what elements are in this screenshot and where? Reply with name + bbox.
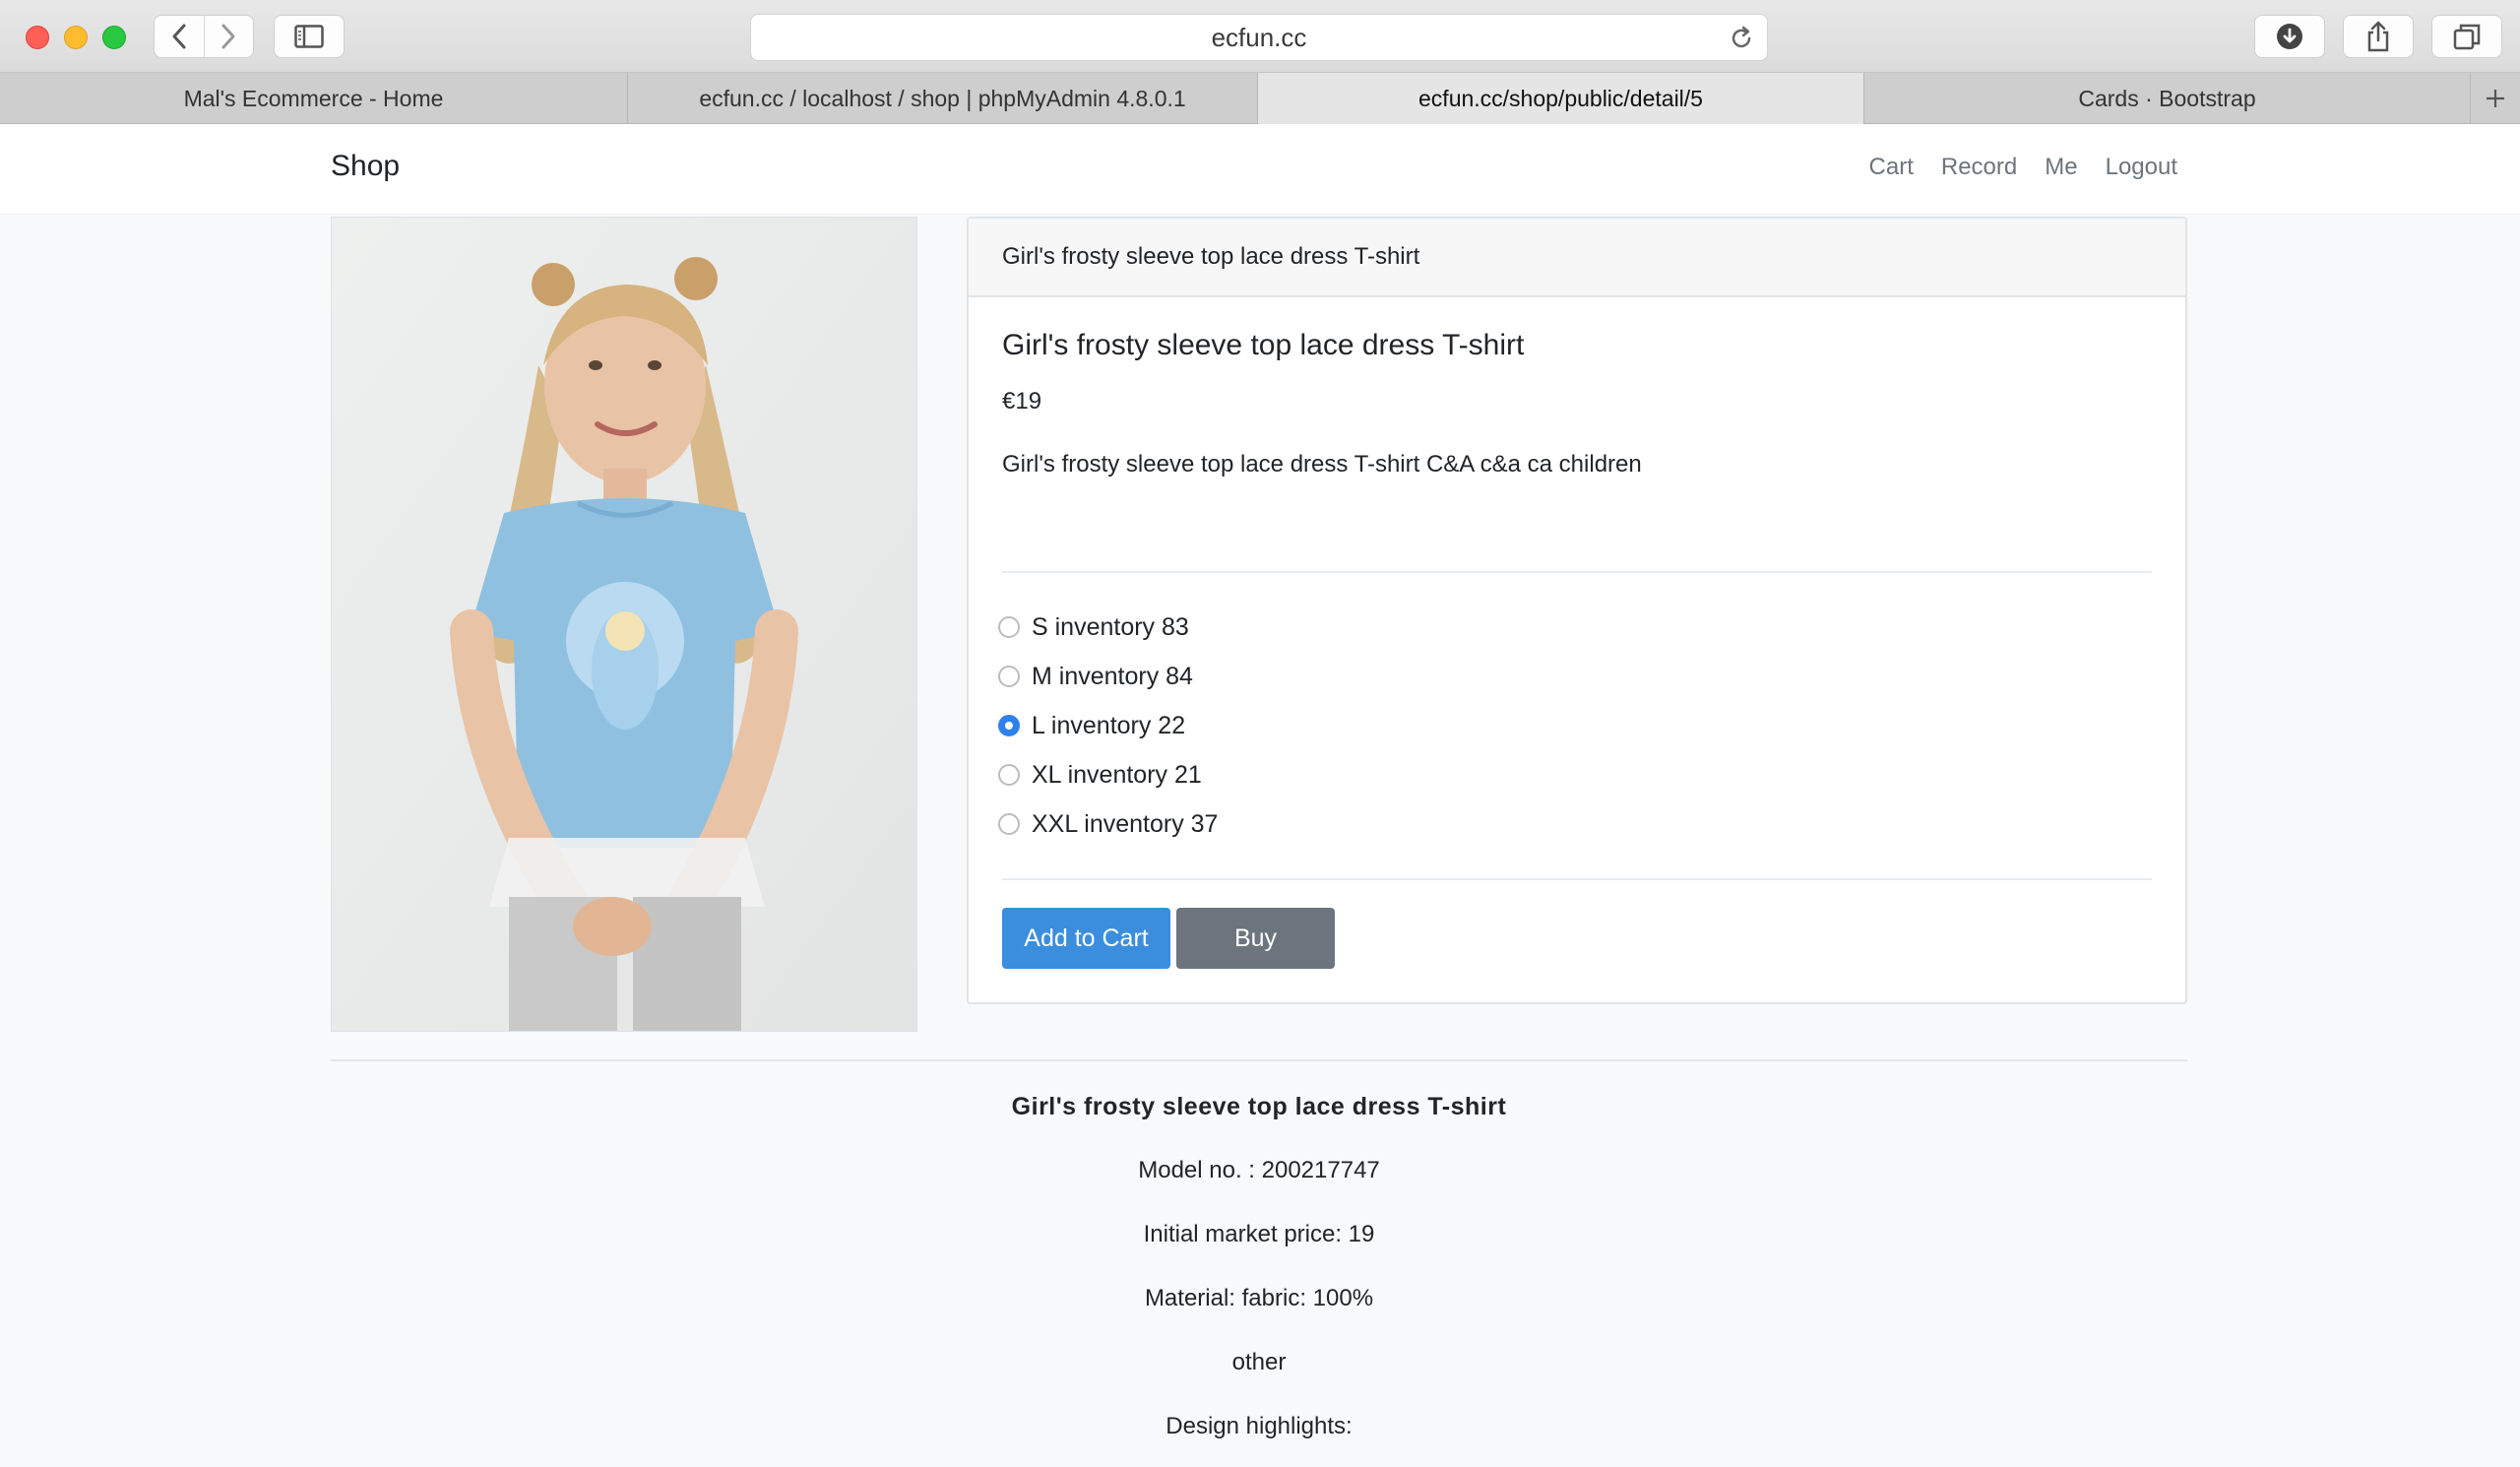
product-details: Girl's frosty sleeve top lace dress T-sh… [331,1087,2187,1467]
back-button[interactable] [155,16,204,57]
nav-link-record[interactable]: Record [1941,154,2017,181]
size-option-l[interactable]: L inventory 22 [998,701,2152,750]
product-description: Girl's frosty sleeve top lace dress T-sh… [1002,451,1642,478]
size-option-label: S inventory 83 [1032,612,1189,641]
zoom-window-button[interactable] [102,26,126,49]
browser-tab-active[interactable]: ecfun.cc/shop/public/detail/5 [1258,73,1864,124]
tab-label: ecfun.cc / localhost / shop | phpMyAdmin… [699,85,1186,111]
radio-button[interactable] [998,764,1020,786]
size-option-xl[interactable]: XL inventory 21 [998,750,2152,799]
section-divider [331,1059,2187,1061]
details-line: other [1231,1349,1287,1375]
size-option-label: XXL inventory 37 [1032,809,1219,838]
size-option-xxl[interactable]: XXL inventory 37 [998,799,2152,849]
browser-tab[interactable]: Mal's Ecommerce - Home [0,73,628,124]
radio-button[interactable] [998,813,1020,835]
tabs-icon [2453,24,2481,50]
details-line: Initial market price: 19 [1143,1221,1375,1247]
divider [1002,571,2152,573]
product-image [331,217,917,1032]
divider [1002,878,2152,880]
radio-button[interactable] [998,666,1020,687]
plus-icon [2487,90,2504,107]
downloads-button[interactable] [2254,15,2325,58]
browser-tab[interactable]: Cards · Bootstrap [1864,73,2471,124]
tab-label: ecfun.cc/shop/public/detail/5 [1418,85,1703,111]
nav-links: Cart Record Me Logout [1869,154,2177,181]
download-icon [2277,24,2302,49]
browser-titlebar: ecfun.cc [0,0,2520,73]
browser-tab[interactable]: ecfun.cc / localhost / shop | phpMyAdmin… [628,73,1258,124]
details-heading: Girl's frosty sleeve top lace dress T-sh… [1011,1093,1507,1120]
site-navbar: Shop Cart Record Me Logout [0,124,2520,215]
size-option-label: L inventory 22 [1032,711,1186,739]
card-body: Girl's frosty sleeve top lace dress T-sh… [969,329,2185,969]
radio-button-checked[interactable] [998,715,1020,736]
radio-button[interactable] [998,616,1020,638]
action-buttons: Add to Cart Buy [1002,908,2152,969]
size-option-label: M inventory 84 [1032,662,1193,690]
chevron-left-icon [172,24,186,49]
close-window-button[interactable] [26,26,49,49]
product-card: Girl's frosty sleeve top lace dress T-sh… [967,217,2187,1004]
product-title: Girl's frosty sleeve top lace dress T-sh… [1002,329,1525,361]
tab-label: Cards · Bootstrap [2078,85,2256,111]
details-line: Material: fabric: 100% [1144,1285,1374,1311]
product-price: €19 [1002,388,1042,415]
sidebar-icon [294,25,324,48]
nav-link-me[interactable]: Me [2045,154,2077,181]
tab-overview-button[interactable] [2431,15,2502,58]
details-line: Design highlights: [1166,1413,1353,1439]
forward-button[interactable] [203,16,254,57]
size-options: S inventory 83 M inventory 84 L inventor… [998,603,2152,849]
tab-label: Mal's Ecommerce - Home [183,85,444,111]
share-icon [2367,21,2389,52]
size-option-m[interactable]: M inventory 84 [998,652,2152,701]
nav-link-cart[interactable]: Cart [1869,154,1914,181]
reload-icon[interactable] [1728,25,1755,52]
history-nav [154,15,254,58]
card-header: Girl's frosty sleeve top lace dress T-sh… [969,219,2185,297]
sidebar-toggle-button[interactable] [274,15,345,58]
new-tab-button[interactable] [2471,73,2520,124]
details-line: Model no. : 200217747 [1138,1157,1380,1183]
address-bar[interactable]: ecfun.cc [750,14,1768,61]
address-url: ecfun.cc [1211,22,1307,52]
size-option-label: XL inventory 21 [1032,760,1202,789]
brand-link[interactable]: Shop [331,150,400,183]
buy-button[interactable]: Buy [1176,908,1335,969]
minimize-window-button[interactable] [64,26,88,49]
browser-tabbar: Mal's Ecommerce - Home ecfun.cc / localh… [0,73,2520,124]
add-to-cart-button[interactable]: Add to Cart [1002,908,1170,969]
chevron-right-icon [221,24,235,49]
size-option-s[interactable]: S inventory 83 [998,603,2152,652]
nav-link-logout[interactable]: Logout [2106,154,2177,181]
share-button[interactable] [2343,15,2414,58]
